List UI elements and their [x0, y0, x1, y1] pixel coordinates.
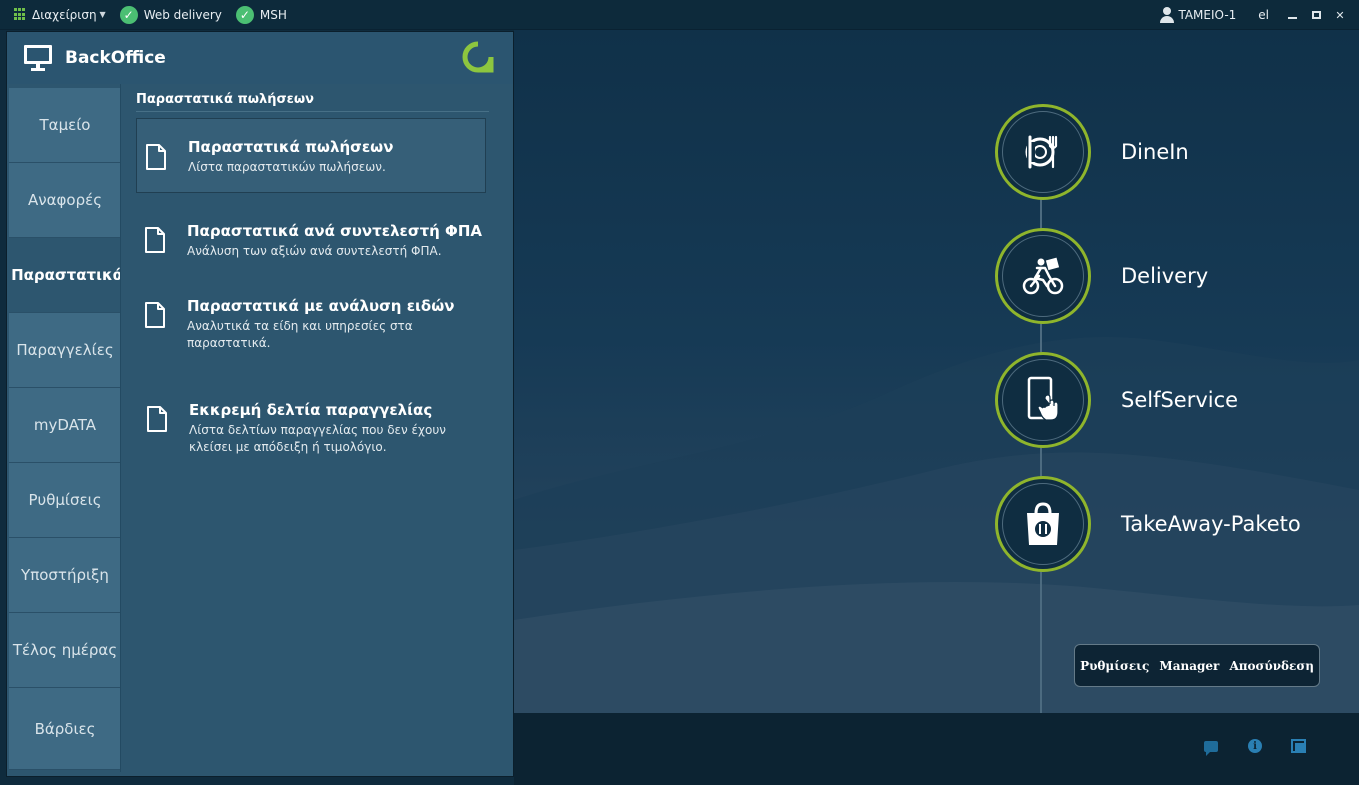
tab-mydata[interactable]: myDATA [9, 388, 122, 463]
action-bar: Ρυθμίσεις Manager Αποσύνδεση [1074, 644, 1320, 687]
service-takeaway[interactable]: TakeAway-Paketo [995, 476, 1335, 572]
doc-item-desc: Αναλυτικά τα είδη και υπηρεσίες στα παρα… [187, 319, 413, 350]
maximize-button[interactable] [1305, 8, 1327, 22]
user-indicator[interactable]: TAMEIO-1 [1160, 7, 1236, 23]
tab-content: Παραστατικά πωλήσεων Παραστατικά πωλήσεω… [120, 84, 509, 772]
tab-anafores[interactable]: Αναφορές [9, 163, 122, 238]
status-msh[interactable]: ✓ MSH [235, 5, 287, 24]
footer-bar: i [514, 713, 1359, 785]
info-icon: i [1248, 739, 1262, 753]
minimize-icon [1287, 17, 1297, 19]
tab-telos-imeras[interactable]: Τέλος ημέρας [9, 613, 122, 688]
maximize-icon [1311, 11, 1321, 19]
service-circle [995, 476, 1091, 572]
tab-vardies[interactable]: Βάρδιες [9, 688, 122, 770]
windows-button[interactable] [1291, 739, 1307, 753]
windows-icon [1291, 739, 1307, 753]
section-heading: Παραστατικά πωλήσεων [136, 92, 315, 107]
status-web-delivery[interactable]: ✓ Web delivery [119, 5, 222, 24]
document-icon [145, 227, 165, 253]
admin-menu[interactable]: Διαχείριση ▼ [14, 8, 106, 22]
cutlery-icon [1025, 135, 1058, 169]
panel-header: BackOffice [7, 32, 513, 84]
message-icon [1204, 740, 1218, 756]
doc-item-desc: Ανάλυση των αξιών ανά συντελεστή ΦΠΑ. [187, 244, 442, 258]
doc-item-desc: Λίστα παραστατικών πωλήσεων. [188, 160, 386, 174]
document-icon [145, 302, 165, 328]
status-label: Web delivery [143, 7, 222, 22]
delivery-bike-icon [1022, 257, 1064, 295]
service-label: DineIn [1121, 140, 1189, 164]
service-label: SelfService [1121, 388, 1239, 412]
doc-item-sales[interactable]: Παραστατικά πωλήσεων Λίστα παραστατικών … [136, 118, 486, 193]
document-icon [147, 406, 167, 432]
grid-icon [14, 8, 27, 21]
service-dinein[interactable]: DineIn [995, 104, 1335, 200]
doc-item-desc: Λίστα δελτίων παραγγελίας που δεν έχουν … [189, 423, 446, 454]
divider [136, 111, 489, 112]
backoffice-panel: BackOffice Ταμείο Αναφορές Παραστατικά Π… [6, 31, 514, 777]
close-icon: ✕ [1335, 8, 1345, 22]
doc-item-pending-orders[interactable]: Εκκρεμή δελτία παραγγελίας Λίστα δελτίων… [136, 381, 486, 471]
status-label: MSH [259, 7, 287, 22]
service-delivery[interactable]: Delivery [995, 228, 1335, 324]
monitor-icon [24, 45, 52, 71]
title-bar: Διαχείριση ▼ ✓ Web delivery ✓ MSH TAMEIO… [0, 0, 1359, 30]
service-selfservice[interactable]: SelfService [995, 352, 1335, 448]
service-circle [995, 352, 1091, 448]
minimize-button[interactable] [1281, 8, 1303, 22]
logout-button[interactable]: Αποσύνδεση [1225, 659, 1317, 673]
user-name: TAMEIO-1 [1178, 8, 1237, 22]
user-icon [1160, 7, 1175, 23]
tab-rythmiseis[interactable]: Ρυθμίσεις [9, 463, 122, 538]
doc-item-title: Παραστατικά πωλήσεων [188, 138, 394, 156]
message-button[interactable] [1203, 739, 1219, 756]
close-button[interactable]: ✕ [1329, 8, 1351, 22]
brand-logo-icon [462, 41, 494, 73]
caret-down-icon: ▼ [99, 10, 106, 19]
info-button[interactable]: i [1247, 739, 1263, 753]
service-label: TakeAway-Paketo [1121, 512, 1301, 536]
document-icon [146, 144, 166, 170]
doc-item-items-analysis[interactable]: Παραστατικά με ανάλυση ειδών Αναλυτικά τ… [136, 277, 486, 367]
takeaway-bag-icon [1027, 502, 1059, 545]
check-circle-icon: ✓ [119, 5, 138, 24]
doc-item-title: Εκκρεμή δελτία παραγγελίας [189, 401, 433, 419]
doc-item-vat[interactable]: Παραστατικά ανά συντελεστή ΦΠΑ Ανάλυση τ… [136, 202, 486, 272]
settings-button[interactable]: Ρυθμίσεις [1076, 659, 1153, 673]
tab-parastatika[interactable]: Παραστατικά [9, 238, 125, 313]
doc-item-title: Παραστατικά ανά συντελεστή ΦΠΑ [187, 222, 482, 240]
tab-paraggelies[interactable]: Παραγγελίες [9, 313, 122, 388]
panel-title: BackOffice [65, 48, 166, 68]
check-circle-icon: ✓ [235, 5, 254, 24]
tab-tameio[interactable]: Ταμείο [9, 88, 122, 163]
tab-ypostirixi[interactable]: Υποστήριξη [9, 538, 122, 613]
manager-button[interactable]: Manager [1155, 659, 1223, 673]
doc-item-title: Παραστατικά με ανάλυση ειδών [187, 297, 455, 315]
service-circle [995, 104, 1091, 200]
language-selector[interactable]: el [1258, 8, 1269, 22]
service-label: Delivery [1121, 264, 1209, 288]
admin-menu-label: Διαχείριση [32, 7, 97, 22]
service-circle [995, 228, 1091, 324]
touch-kiosk-icon [1027, 376, 1059, 421]
section-tabs: Ταμείο Αναφορές Παραστατικά Παραγγελίες … [9, 88, 125, 770]
